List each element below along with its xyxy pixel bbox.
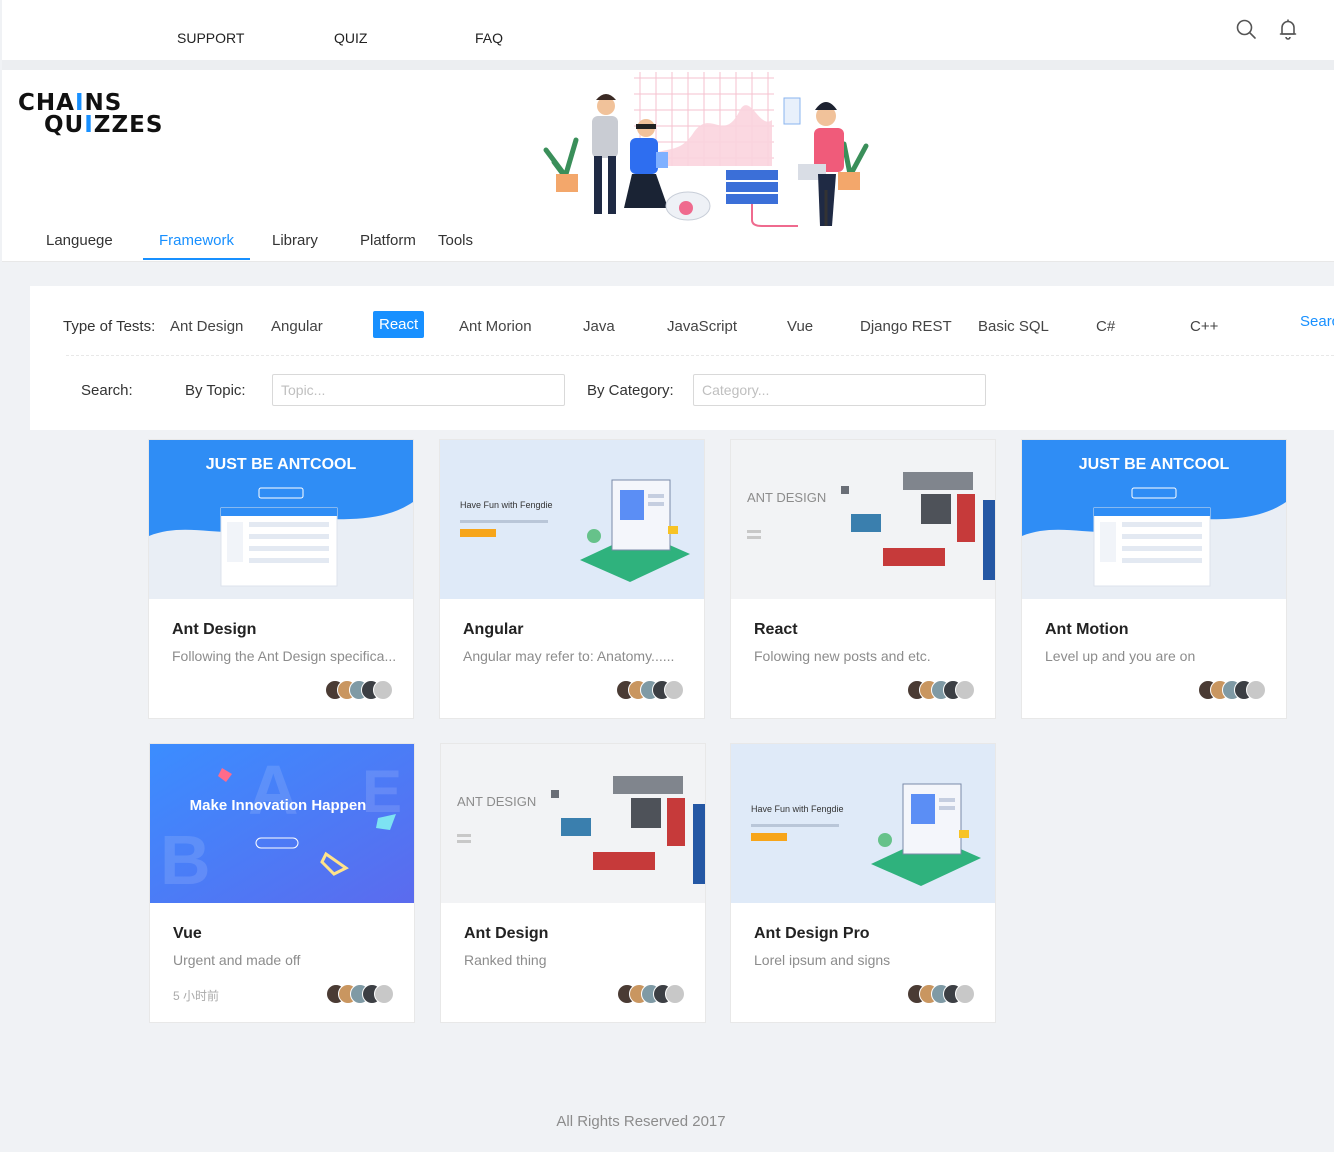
- cover-headline: JUST BE ANTCOOL: [206, 456, 357, 473]
- nav-support-link[interactable]: SUPPORT: [177, 30, 244, 46]
- type-of-tests-label: Type of Tests:: [63, 318, 156, 335]
- cover-headline: ANT DESIGN: [457, 794, 536, 809]
- tag-vue[interactable]: Vue: [787, 318, 813, 335]
- category-input[interactable]: [693, 374, 986, 406]
- cover-headline: Have Fun with Fengdie: [460, 500, 553, 510]
- search-link[interactable]: Searc: [1300, 313, 1334, 330]
- avatar[interactable]: [665, 984, 685, 1004]
- tag-javascript[interactable]: JavaScript: [667, 318, 737, 335]
- card-cover-image: B A E Make Innovation Happen: [150, 744, 414, 903]
- quiz-card[interactable]: Have Fun with Fengdie Ant Design Pro Lore…: [730, 743, 996, 1023]
- brand-line-1: CHAINS: [18, 90, 123, 116]
- tab-tools[interactable]: Tools: [438, 232, 473, 249]
- tab-platform[interactable]: Platform: [360, 232, 416, 249]
- tag-cpp[interactable]: C++: [1190, 318, 1218, 335]
- avatar[interactable]: [1246, 680, 1266, 700]
- tab-framework[interactable]: Framework: [159, 232, 234, 249]
- search-icon[interactable]: [1234, 17, 1258, 41]
- member-avatar-group: [325, 680, 395, 700]
- card-cover-image: JUST BE ANTCOOL: [149, 440, 413, 599]
- card-title[interactable]: Ant Design: [172, 621, 256, 639]
- top-navbar: SUPPORT QUIZ FAQ: [2, 0, 1334, 60]
- nav-separator: [2, 60, 1334, 70]
- card-description: Folowing new posts and etc.: [754, 648, 931, 664]
- card-title[interactable]: Ant Motion: [1045, 621, 1129, 639]
- card-title[interactable]: React: [754, 621, 798, 639]
- member-avatar-group: [616, 680, 686, 700]
- cover-headline: Have Fun with Fengdie: [751, 804, 844, 814]
- member-avatar-group: [617, 984, 687, 1004]
- hero-illustration: [543, 72, 869, 227]
- tab-languege[interactable]: Languege: [46, 232, 113, 249]
- avatar[interactable]: [373, 680, 393, 700]
- card-description: Lorel ipsum and signs: [754, 952, 891, 968]
- tag-ant-morion[interactable]: Ant Morion: [459, 318, 532, 335]
- tag-basic-sql[interactable]: Basic SQL: [978, 318, 1049, 335]
- card-title[interactable]: Angular: [463, 621, 523, 639]
- cover-headline: ANT DESIGN: [747, 490, 826, 505]
- search-label: Search:: [81, 382, 133, 399]
- filter-panel: Type of Tests: Ant Design Angular React …: [30, 286, 1334, 430]
- svg-text:B: B: [160, 821, 211, 899]
- card-time: 5 小时前: [173, 989, 220, 1003]
- tag-java[interactable]: Java: [583, 318, 615, 335]
- topic-input[interactable]: [272, 374, 565, 406]
- card-cover-image: Have Fun with Fengdie: [440, 440, 704, 599]
- by-category-label: By Category:: [587, 382, 674, 399]
- card-cover-image: ANT DESIGN: [731, 440, 995, 599]
- quiz-card[interactable]: B A E Make Innovation Happen Vue Urgent a…: [149, 743, 415, 1023]
- card-description: Angular may refer to: Anatomy......: [463, 648, 675, 664]
- tag-django-rest[interactable]: Django REST: [860, 318, 952, 335]
- brand-logo[interactable]: CHAINS QUIZZES: [18, 90, 164, 138]
- by-topic-label: By Topic:: [185, 382, 246, 399]
- member-avatar-group: [907, 984, 977, 1004]
- active-tab-indicator: [143, 258, 250, 260]
- card-cover-image: ANT DESIGN: [441, 744, 705, 903]
- quiz-card[interactable]: JUST BE ANTCOOL Ant Motion Level up and y…: [1021, 439, 1287, 719]
- cover-headline: Make Innovation Happen: [190, 797, 367, 814]
- card-cover-image: Have Fun with Fengdie: [731, 744, 995, 903]
- member-avatar-group: [907, 680, 977, 700]
- member-avatar-group: [326, 984, 396, 1004]
- svg-text:A: A: [248, 751, 299, 829]
- card-description: Urgent and made off: [173, 952, 301, 968]
- quiz-card[interactable]: ANT DESIGN Ant Design Ranked thing: [440, 743, 706, 1023]
- quiz-card[interactable]: JUST BE ANTCOOL Ant Design Following the …: [148, 439, 414, 719]
- card-title[interactable]: Ant Design: [464, 925, 548, 943]
- avatar[interactable]: [955, 984, 975, 1004]
- bell-icon[interactable]: [1276, 17, 1300, 41]
- svg-text:E: E: [362, 758, 402, 825]
- quiz-card[interactable]: ANT DESIGN React Folowing new posts and e…: [730, 439, 996, 719]
- filter-divider: [66, 355, 1334, 356]
- tag-react[interactable]: React: [373, 311, 425, 338]
- quiz-card[interactable]: Have Fun with Fengdie Angular Angular may…: [439, 439, 705, 719]
- avatar[interactable]: [664, 680, 684, 700]
- card-description: Following the Ant Design specifica...: [172, 648, 397, 664]
- member-avatar-group: [1198, 680, 1268, 700]
- tag-csharp[interactable]: C#: [1096, 318, 1115, 335]
- tag-ant-design[interactable]: Ant Design: [170, 318, 243, 335]
- page-header: CHAINS QUIZZES Languege Framework Librar…: [2, 70, 1334, 262]
- cover-headline: JUST BE ANTCOOL: [1079, 456, 1230, 473]
- avatar[interactable]: [374, 984, 394, 1004]
- footer-text: All Rights Reserved 2017: [556, 1113, 726, 1130]
- card-title[interactable]: Ant Design Pro: [754, 925, 870, 943]
- card-cover-image: JUST BE ANTCOOL: [1022, 440, 1286, 599]
- card-title[interactable]: Vue: [173, 925, 202, 943]
- card-description: Level up and you are on: [1045, 648, 1196, 664]
- tab-library[interactable]: Library: [272, 232, 318, 249]
- card-description: Ranked thing: [464, 952, 547, 968]
- brand-line-2: QUIZZES: [44, 112, 164, 138]
- nav-quiz-link[interactable]: QUIZ: [334, 30, 367, 46]
- avatar[interactable]: [955, 680, 975, 700]
- nav-faq-link[interactable]: FAQ: [475, 30, 503, 46]
- tag-angular[interactable]: Angular: [271, 318, 323, 335]
